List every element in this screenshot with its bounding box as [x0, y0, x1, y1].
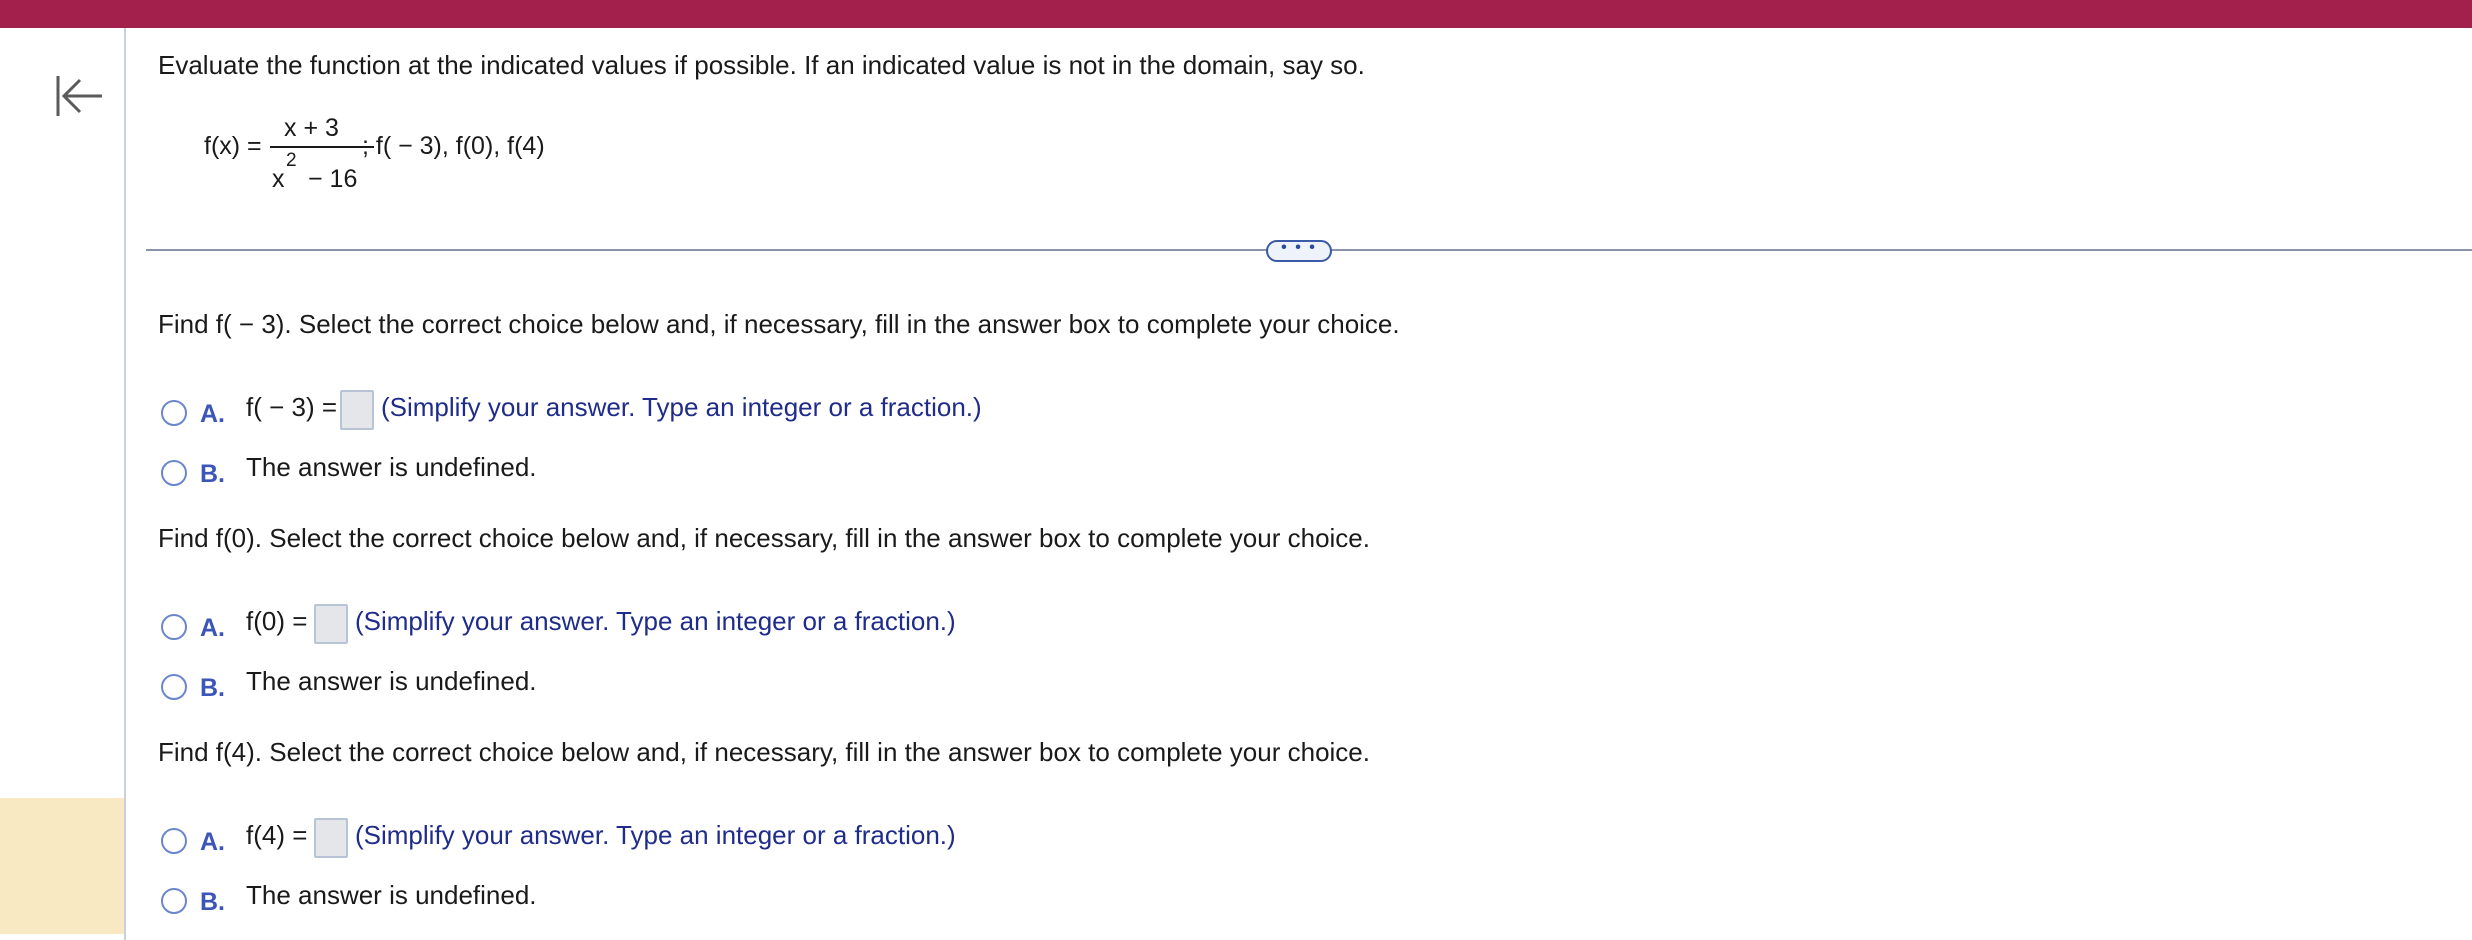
- values-list: ; f( − 3), f(0), f(4): [362, 132, 545, 160]
- answer-hint: (Simplify your answer. Type an integer o…: [381, 392, 982, 422]
- choice-letter: A.: [200, 400, 225, 428]
- choice-b-text: The answer is undefined.: [246, 666, 537, 696]
- choice-letter: B.: [200, 674, 225, 702]
- function-lhs: f(x) =: [204, 132, 262, 160]
- choice-b-text: The answer is undefined.: [246, 880, 537, 910]
- answer-input[interactable]: [314, 818, 348, 858]
- rail-divider: [124, 28, 126, 940]
- more-icon: • • •: [1281, 239, 1317, 256]
- left-rail: [0, 28, 124, 940]
- choice-letter: B.: [200, 460, 225, 488]
- collapse-left-icon: [56, 76, 102, 116]
- radio-choice-b[interactable]: [161, 674, 187, 700]
- radio-choice-a[interactable]: [161, 614, 187, 640]
- choice-a-prefix: f( − 3) =: [246, 392, 338, 422]
- rail-highlight: [0, 798, 124, 934]
- answer-hint: (Simplify your answer. Type an integer o…: [355, 820, 956, 850]
- fraction-bar: [270, 146, 374, 148]
- part-prompt: Find f(4). Select the correct choice bel…: [158, 737, 1370, 767]
- collapse-button[interactable]: [52, 70, 108, 126]
- choice-b-text: The answer is undefined.: [246, 452, 537, 482]
- part-prompt: Find f( − 3). Select the correct choice …: [158, 309, 1400, 339]
- expand-button[interactable]: • • •: [1266, 240, 1332, 262]
- radio-choice-a[interactable]: [161, 400, 187, 426]
- choice-letter: A.: [200, 828, 225, 856]
- radio-choice-a[interactable]: [161, 828, 187, 854]
- answer-input[interactable]: [314, 604, 348, 644]
- choice-letter: A.: [200, 614, 225, 642]
- instruction-text: Evaluate the function at the indicated v…: [158, 50, 1365, 80]
- choice-a-prefix: f(0) =: [246, 606, 308, 636]
- denominator-exponent: 2: [286, 150, 297, 171]
- answer-input[interactable]: [340, 390, 374, 430]
- radio-choice-b[interactable]: [161, 888, 187, 914]
- part-prompt: Find f(0). Select the correct choice bel…: [158, 523, 1370, 553]
- choice-a-prefix: f(4) =: [246, 820, 308, 850]
- denominator-base: x: [272, 165, 285, 193]
- numerator: x + 3: [284, 114, 339, 142]
- radio-choice-b[interactable]: [161, 460, 187, 486]
- header-bar: [0, 0, 2472, 28]
- choice-letter: B.: [200, 888, 225, 916]
- answer-hint: (Simplify your answer. Type an integer o…: [355, 606, 956, 636]
- denominator-rest: − 16: [308, 165, 358, 193]
